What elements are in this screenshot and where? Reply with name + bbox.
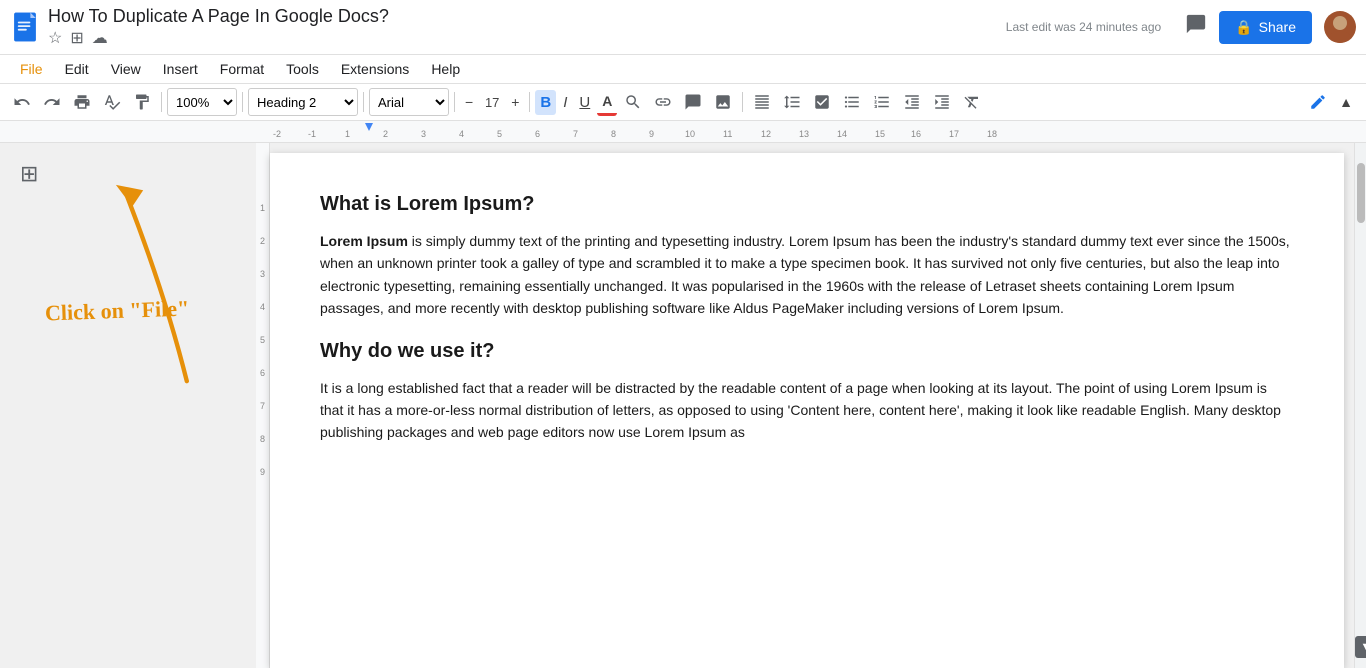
last-edit-status: Last edit was 24 minutes ago (1006, 20, 1161, 34)
svg-text:14: 14 (837, 129, 847, 139)
annotation-arrow (55, 163, 275, 403)
svg-text:18: 18 (987, 129, 997, 139)
clear-formatting-button[interactable] (958, 89, 986, 115)
image-button[interactable] (709, 89, 737, 115)
svg-text:15: 15 (875, 129, 885, 139)
svg-text:8: 8 (611, 129, 616, 139)
main-area: ⊞ 123456789 Click on "File" What is Lore… (0, 143, 1366, 668)
docs-logo-icon (10, 9, 40, 45)
font-color-button[interactable]: A (597, 89, 617, 116)
lock-icon: 🔒 (1235, 19, 1252, 36)
link-button[interactable] (649, 89, 677, 115)
comment-button[interactable] (679, 89, 707, 115)
toolbar-separator-5 (529, 92, 530, 112)
menu-view[interactable]: View (101, 57, 151, 81)
svg-text:3: 3 (421, 129, 426, 139)
italic-button[interactable]: I (558, 90, 572, 115)
toolbar-separator-1 (161, 92, 162, 112)
star-icon[interactable]: ☆ (48, 28, 62, 48)
menu-format[interactable]: Format (210, 57, 274, 81)
title-bar: How To Duplicate A Page In Google Docs? … (0, 0, 1366, 55)
heading-why-use: Why do we use it? (320, 340, 1294, 363)
share-button[interactable]: 🔒 Share (1219, 11, 1312, 44)
align-button[interactable] (748, 89, 776, 115)
decrease-indent-button[interactable] (898, 89, 926, 115)
para-1-rest: is simply dummy text of the printing and… (320, 233, 1290, 316)
ruler: -2 -1 1 2 3 4 5 6 7 8 9 10 11 12 13 14 1… (0, 121, 1366, 143)
increase-indent-button[interactable] (928, 89, 956, 115)
scrollbar[interactable]: ▼ (1354, 143, 1366, 668)
add-to-drive-icon[interactable]: ⊞ (70, 28, 83, 48)
menu-tools[interactable]: Tools (276, 57, 329, 81)
svg-text:17: 17 (949, 129, 959, 139)
font-select[interactable]: Arial Times New Roman (369, 88, 449, 116)
cloud-status-icon[interactable]: ☁ (92, 28, 108, 48)
menu-bar: File Edit View Insert Format Tools Exten… (0, 55, 1366, 84)
line-spacing-button[interactable] (778, 89, 806, 115)
paint-format-button[interactable] (128, 89, 156, 115)
svg-text:10: 10 (685, 129, 695, 139)
numbered-list-button[interactable] (868, 89, 896, 115)
svg-text:4: 4 (459, 129, 464, 139)
menu-file[interactable]: File (10, 57, 53, 81)
menu-extensions[interactable]: Extensions (331, 57, 419, 81)
highlight-button[interactable] (619, 89, 647, 115)
redo-button[interactable] (38, 89, 66, 115)
font-size-decrease-button[interactable]: − (460, 90, 478, 114)
scrollbar-thumb[interactable] (1357, 163, 1365, 223)
scroll-down-button[interactable]: ▼ (1355, 636, 1366, 658)
font-size-value[interactable]: 17 (480, 93, 504, 112)
page-structure-icon[interactable]: ⊞ (20, 161, 38, 187)
toolbar-separator-6 (742, 92, 743, 112)
undo-button[interactable] (8, 89, 36, 115)
title-area: How To Duplicate A Page In Google Docs? … (48, 6, 998, 48)
svg-text:-2: -2 (273, 129, 281, 139)
font-size-increase-button[interactable]: + (506, 90, 524, 114)
svg-text:7: 7 (573, 129, 578, 139)
svg-text:12: 12 (761, 129, 771, 139)
svg-text:9: 9 (649, 129, 654, 139)
svg-text:11: 11 (723, 129, 732, 139)
para-lorem-2: It is a long established fact that a rea… (320, 377, 1294, 444)
ruler-inner: -2 -1 1 2 3 4 5 6 7 8 9 10 11 12 13 14 1… (270, 121, 1366, 142)
share-label: Share (1259, 19, 1296, 35)
heading-what-is-lorem: What is Lorem Ipsum? (320, 193, 1294, 216)
suggest-edits-button[interactable] (1304, 89, 1332, 115)
bullets-button[interactable] (838, 89, 866, 115)
svg-text:-1: -1 (308, 129, 316, 139)
header-right: 🔒 Share (1185, 11, 1356, 44)
menu-insert[interactable]: Insert (153, 57, 208, 81)
bold-button[interactable]: B (535, 90, 556, 115)
zoom-select[interactable]: 100% 75% 125% (167, 88, 237, 116)
checklist-button[interactable] (808, 89, 836, 115)
svg-text:1: 1 (345, 129, 350, 139)
document-content: What is Lorem Ipsum? Lorem Ipsum is simp… (320, 193, 1294, 444)
toolbar-separator-3 (363, 92, 364, 112)
bold-text: Lorem Ipsum (320, 233, 408, 249)
spell-check-button[interactable] (98, 89, 126, 115)
svg-text:6: 6 (535, 129, 540, 139)
underline-button[interactable]: U (574, 90, 595, 115)
avatar[interactable] (1324, 11, 1356, 43)
toolbar: 100% 75% 125% Heading 2 Normal text Head… (0, 84, 1366, 121)
annotation-text: Click on "File" (45, 295, 190, 326)
style-select[interactable]: Heading 2 Normal text Heading 1 Heading … (248, 88, 358, 116)
para-lorem-1: Lorem Ipsum is simply dummy text of the … (320, 230, 1294, 320)
document-page[interactable]: What is Lorem Ipsum? Lorem Ipsum is simp… (270, 153, 1344, 668)
menu-edit[interactable]: Edit (55, 57, 99, 81)
svg-text:16: 16 (911, 129, 921, 139)
toolbar-separator-2 (242, 92, 243, 112)
svg-text:13: 13 (799, 129, 809, 139)
left-panel: ⊞ 123456789 Click on "File" (0, 143, 270, 668)
comments-button[interactable] (1185, 13, 1207, 41)
doc-title[interactable]: How To Duplicate A Page In Google Docs? (48, 6, 998, 27)
menu-help[interactable]: Help (421, 57, 470, 81)
chevron-up-button[interactable]: ▲ (1334, 90, 1358, 114)
toolbar-separator-4 (454, 92, 455, 112)
svg-text:2: 2 (383, 129, 388, 139)
svg-text:5: 5 (497, 129, 502, 139)
print-button[interactable] (68, 89, 96, 115)
